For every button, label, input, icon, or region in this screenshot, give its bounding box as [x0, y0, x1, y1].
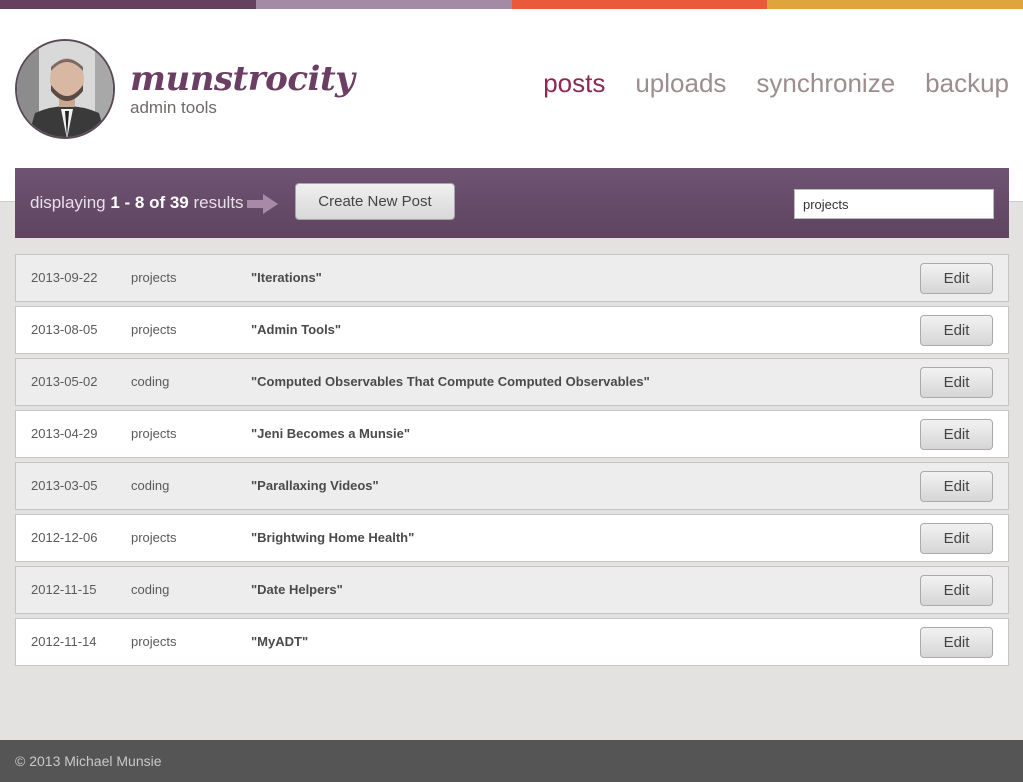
site-footer: © 2013 Michael Munsie — [0, 740, 1023, 782]
post-date: 2012-11-14 — [31, 634, 97, 649]
post-category: projects — [131, 322, 177, 337]
results-suffix: results — [188, 193, 244, 212]
strip-segment — [0, 0, 256, 9]
post-row: 2012-12-06 projects "Brightwing Home Hea… — [15, 514, 1009, 562]
nav-synchronize[interactable]: synchronize — [756, 68, 895, 99]
post-date: 2013-03-05 — [31, 478, 98, 493]
post-category: projects — [131, 530, 177, 545]
post-row: 2012-11-15 coding "Date Helpers" Edit — [15, 566, 1009, 614]
edit-button[interactable]: Edit — [920, 627, 993, 658]
post-date: 2013-08-05 — [31, 322, 98, 337]
post-title: "Iterations" — [251, 270, 322, 285]
post-title: "Admin Tools" — [251, 322, 342, 337]
post-row: 2013-09-22 projects "Iterations" Edit — [15, 254, 1009, 302]
post-category: projects — [131, 270, 177, 285]
edit-button[interactable]: Edit — [920, 471, 993, 502]
post-title: "Jeni Becomes a Munsie" — [251, 426, 410, 441]
post-title: "Brightwing Home Health" — [251, 530, 415, 545]
post-category: coding — [131, 374, 170, 389]
edit-button[interactable]: Edit — [920, 367, 993, 398]
create-new-post-button[interactable]: Create New Post — [295, 183, 455, 220]
posts-toolbar: displaying 1 - 8 of 39 results Create Ne… — [15, 168, 1009, 238]
main-nav: posts uploads synchronize backup — [543, 68, 1009, 99]
arrow-right-icon — [247, 192, 279, 221]
post-date: 2013-09-22 — [31, 270, 98, 285]
post-row: 2013-04-29 projects "Jeni Becomes a Muns… — [15, 410, 1009, 458]
post-title: "Computed Observables That Compute Compu… — [251, 374, 650, 389]
edit-button[interactable]: Edit — [920, 575, 993, 606]
post-category: projects — [131, 634, 177, 649]
top-color-strip — [0, 0, 1023, 9]
post-category: projects — [131, 426, 177, 441]
results-count: displaying 1 - 8 of 39 results — [30, 193, 244, 213]
strip-segment — [255, 0, 512, 9]
results-prefix: displaying — [30, 193, 111, 212]
post-date: 2012-11-15 — [31, 582, 97, 597]
post-title: "MyADT" — [251, 634, 309, 649]
site-logo[interactable]: munstrocity — [130, 59, 355, 99]
post-row: 2013-03-05 coding "Parallaxing Videos" E… — [15, 462, 1009, 510]
edit-button[interactable]: Edit — [920, 315, 993, 346]
search-input[interactable] — [794, 189, 994, 219]
results-range: 1 - 8 of 39 — [110, 193, 189, 212]
copyright-text: © 2013 Michael Munsie — [15, 753, 162, 769]
post-list: 2013-09-22 projects "Iterations" Edit 20… — [15, 254, 1009, 670]
strip-segment — [511, 0, 768, 9]
strip-segment — [767, 0, 1023, 9]
edit-button[interactable]: Edit — [920, 419, 993, 450]
post-date: 2012-12-06 — [31, 530, 98, 545]
site-subtitle: admin tools — [130, 98, 217, 117]
edit-button[interactable]: Edit — [920, 523, 993, 554]
post-category: coding — [131, 582, 170, 597]
post-row: 2013-05-02 coding "Computed Observables … — [15, 358, 1009, 406]
post-title: "Parallaxing Videos" — [251, 478, 379, 493]
post-title: "Date Helpers" — [251, 582, 343, 597]
post-row: 2012-11-14 projects "MyADT" Edit — [15, 618, 1009, 666]
nav-backup[interactable]: backup — [925, 68, 1009, 99]
post-row: 2013-08-05 projects "Admin Tools" Edit — [15, 306, 1009, 354]
edit-button[interactable]: Edit — [920, 263, 993, 294]
post-category: coding — [131, 478, 170, 493]
nav-uploads[interactable]: uploads — [635, 68, 726, 99]
post-date: 2013-04-29 — [31, 426, 98, 441]
avatar — [15, 39, 115, 139]
nav-posts[interactable]: posts — [543, 68, 605, 99]
post-date: 2013-05-02 — [31, 374, 98, 389]
